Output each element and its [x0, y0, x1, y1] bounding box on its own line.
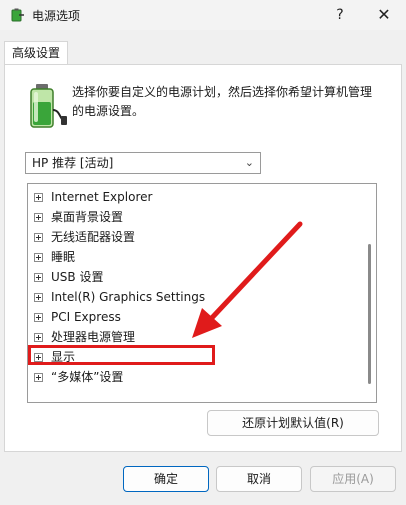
- chevron-down-icon: ⌄: [244, 156, 254, 169]
- tree-item[interactable]: “多媒体”设置: [34, 367, 123, 387]
- power-plan-select[interactable]: HP 推荐 [活动] ⌄: [25, 152, 261, 174]
- tree-item[interactable]: Internet Explorer: [34, 187, 152, 207]
- window-title: 电源选项: [32, 9, 81, 23]
- help-button[interactable]: ?: [318, 0, 362, 30]
- close-button[interactable]: ✕: [362, 0, 406, 30]
- battery-plug-icon: [30, 84, 67, 128]
- annotation-highlight-box: [28, 345, 215, 365]
- power-options-icon: [11, 8, 24, 22]
- tree-item[interactable]: USB 设置: [34, 267, 103, 287]
- expand-icon[interactable]: [34, 313, 43, 322]
- expand-icon[interactable]: [34, 373, 43, 382]
- power-plan-value: HP 推荐 [活动]: [32, 156, 114, 170]
- tree-item[interactable]: 处理器电源管理: [34, 327, 135, 347]
- expand-icon[interactable]: [34, 193, 43, 202]
- expand-icon[interactable]: [34, 253, 43, 262]
- expand-icon[interactable]: [34, 333, 43, 342]
- scrollbar-thumb[interactable]: [368, 244, 371, 384]
- apply-button[interactable]: 应用(A): [310, 466, 396, 492]
- expand-icon[interactable]: [34, 233, 43, 242]
- description-text: 选择你要自定义的电源计划，然后选择你希望计算机管理的电源设置。: [72, 85, 373, 118]
- tree-item[interactable]: 无线适配器设置: [34, 227, 135, 247]
- title-bar: 电源选项 ? ✕: [0, 0, 406, 30]
- settings-tree[interactable]: Internet Explorer 桌面背景设置 无线适配器设置 睡眠 USB …: [27, 183, 377, 403]
- expand-icon[interactable]: [34, 213, 43, 222]
- tree-item[interactable]: PCI Express: [34, 307, 121, 327]
- tree-item[interactable]: 睡眠: [34, 247, 75, 267]
- tree-item[interactable]: Intel(R) Graphics Settings: [34, 287, 205, 307]
- expand-icon[interactable]: [34, 273, 43, 282]
- cancel-button[interactable]: 取消: [216, 466, 302, 492]
- restore-defaults-button[interactable]: 还原计划默认值(R): [207, 410, 379, 436]
- ok-button[interactable]: 确定: [123, 466, 209, 492]
- tab-advanced-settings[interactable]: 高级设置: [4, 41, 68, 65]
- expand-icon[interactable]: [34, 293, 43, 302]
- tree-item[interactable]: 桌面背景设置: [34, 207, 123, 227]
